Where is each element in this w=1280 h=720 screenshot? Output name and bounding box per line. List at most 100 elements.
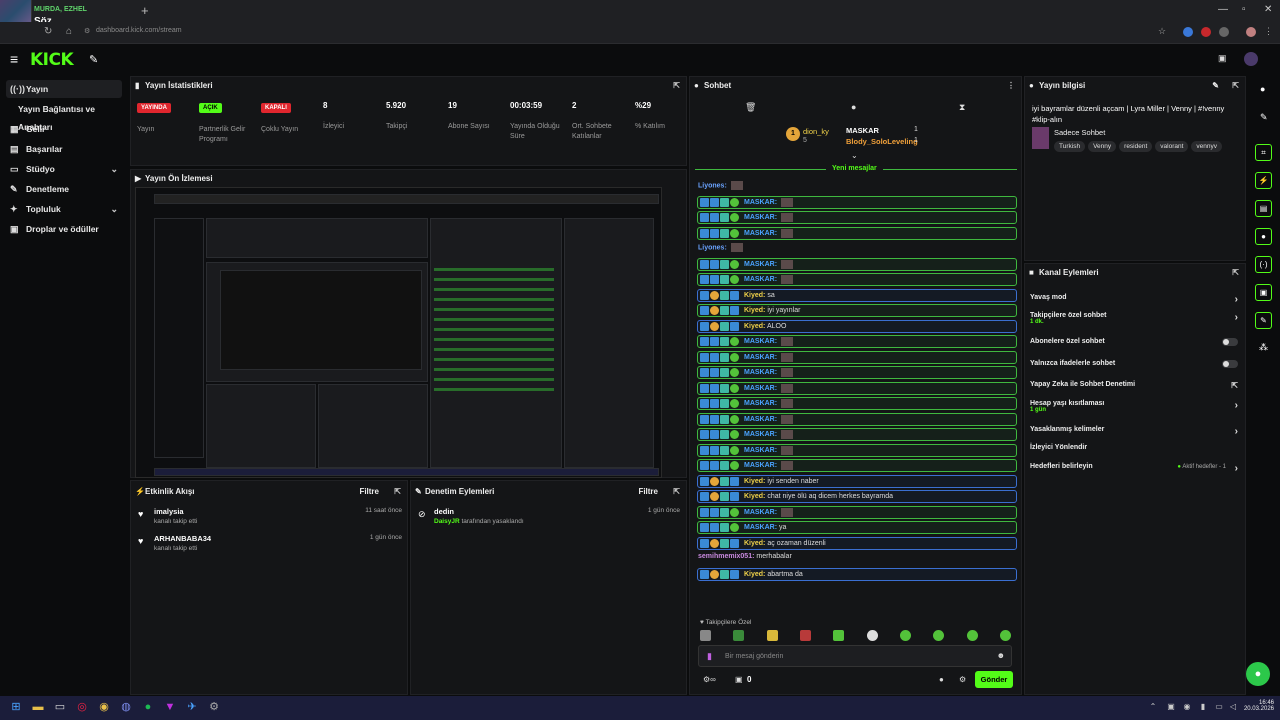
home-icon[interactable]: ⌂ — [66, 26, 72, 37]
microphone-icon[interactable]: ▮ — [707, 651, 712, 662]
chat-username[interactable]: MASKAR: — [744, 462, 777, 469]
chat-input[interactable]: ▮ Bir mesaj gönderin ☻ — [698, 645, 1012, 667]
rail-button-broadcast[interactable]: (·) — [1255, 256, 1272, 273]
action-goals[interactable]: Hedefleri belirleyin ● Aktif hedefler - 1… — [1030, 463, 1240, 474]
tag[interactable]: resident — [1119, 141, 1153, 152]
top-chatter-name[interactable]: MASKAR — [846, 126, 879, 135]
profile-avatar[interactable] — [1246, 27, 1256, 37]
action-raid[interactable]: İzleyici Yönlendir — [1030, 444, 1240, 451]
site-info-icon[interactable]: ⚙ — [84, 27, 90, 35]
settings-link-icon[interactable]: ⚙∞ — [703, 675, 716, 684]
chat-username[interactable]: Kiyed: — [744, 323, 765, 330]
category-thumbnail[interactable] — [1032, 127, 1049, 149]
rail-button-bolt[interactable]: ⚡ — [1255, 172, 1272, 189]
stream-manager-icon[interactable]: ▣ — [1218, 53, 1227, 64]
extension-icon[interactable] — [1201, 27, 1211, 37]
rail-button-clip[interactable]: ⌗ — [1255, 144, 1272, 161]
more-options-icon[interactable]: ⋮ — [1007, 77, 1015, 95]
chat-username[interactable]: MASKAR: — [744, 509, 777, 516]
tray-icon[interactable]: ▣ — [1164, 700, 1178, 714]
tray-icon[interactable]: ◉ — [1180, 700, 1194, 714]
tray-chevron-icon[interactable]: ⌃ — [1146, 700, 1160, 714]
category-name[interactable]: Sadece Sohbet — [1054, 128, 1105, 137]
popout-icon[interactable]: ⇱ — [1232, 264, 1239, 282]
sidebar-item-topluluk[interactable]: ✦ Topluluk ⌄ — [6, 200, 122, 218]
info-icon[interactable]: ● — [1260, 84, 1265, 94]
chat-username[interactable]: MASKAR: — [744, 214, 777, 221]
sidebar-item-droplar[interactable]: ▣ Droplar ve ödüller — [6, 220, 122, 238]
emote-icon[interactable] — [867, 630, 878, 641]
emote-icon[interactable] — [967, 630, 978, 641]
file-explorer-icon[interactable]: ▬ — [31, 700, 45, 714]
chat-username[interactable]: MASKAR: — [744, 431, 777, 438]
tray-icon[interactable]: ▮ — [1196, 700, 1210, 714]
expand-chevron-icon[interactable]: ⌄ — [851, 151, 858, 160]
address-bar[interactable] — [0, 22, 1280, 44]
sidebar-item-gelir[interactable]: ▦ Gelir — [6, 120, 122, 138]
media-thumbnail[interactable] — [0, 0, 32, 24]
chat-username[interactable]: MASKAR: — [744, 416, 777, 423]
emote-icon[interactable] — [700, 630, 711, 641]
app-icon[interactable]: ▼ — [163, 700, 177, 714]
top-chatter-name[interactable]: dion_ky — [803, 127, 829, 136]
bookmark-star-icon[interactable]: ☆ — [1158, 26, 1166, 37]
url-text[interactable]: dashboard.kick.com/stream — [96, 27, 182, 34]
chrome-icon[interactable]: ◉ — [97, 700, 111, 714]
new-tab-icon[interactable]: + — [141, 3, 149, 18]
sidebar-item-stream-key[interactable]: Yayın Bağlantısı ve Anahtarı — [6, 100, 122, 132]
emoji-icon[interactable]: ☻ — [997, 651, 1005, 660]
tag[interactable]: Venny — [1088, 141, 1117, 152]
hamburger-menu-icon[interactable]: ≡ — [10, 51, 18, 67]
sidebar-item-yayin[interactable]: ((·)) Yayın — [6, 80, 122, 98]
tag[interactable]: vennyv — [1191, 141, 1223, 152]
rail-button-chat[interactable]: ● — [1255, 228, 1272, 245]
steam-icon[interactable]: ✈ — [185, 700, 199, 714]
chat-support-icon[interactable]: ● — [1246, 662, 1270, 686]
rail-button-layout[interactable]: ▣ — [1255, 284, 1272, 301]
chat-username[interactable]: MASKAR: — [744, 400, 777, 407]
chat-username[interactable]: MASKAR: — [744, 261, 777, 268]
popout-icon[interactable]: ⇱ — [394, 483, 401, 501]
emote-icon[interactable] — [767, 630, 778, 641]
nodes-icon[interactable]: ⁂ — [1259, 342, 1268, 353]
sidebar-item-denetleme[interactable]: ✎ Denetleme — [6, 180, 122, 198]
action-slow-mode[interactable]: Yavaş mod › — [1030, 294, 1240, 305]
extension-icon[interactable] — [1183, 27, 1193, 37]
minimize-icon[interactable]: — — [1218, 4, 1228, 15]
action-account-age[interactable]: Hesap yaşı kısıtlaması 1 gün › — [1030, 400, 1240, 413]
action-followers-only[interactable]: Takipçilere özel sohbet 1 dk. › — [1030, 312, 1240, 325]
settings-icon[interactable]: ⚙ — [207, 700, 221, 714]
chat-username[interactable]: MASKAR: — [744, 354, 777, 361]
emote-icon[interactable] — [733, 630, 744, 641]
action-ai-moderation[interactable]: Yapay Zeka ile Sohbet Denetimi ⇱ — [1030, 381, 1240, 390]
extensions-puzzle-icon[interactable] — [1219, 27, 1229, 37]
tag[interactable]: valorant — [1155, 141, 1189, 152]
top-chatter-name[interactable]: Blody_SoloLeveling — [846, 137, 918, 146]
spotify-icon[interactable]: ● — [141, 700, 155, 714]
tag[interactable]: Turkish — [1054, 141, 1086, 152]
emotes-only-toggle[interactable] — [1222, 360, 1238, 368]
network-icon[interactable]: ▭ — [1212, 700, 1226, 714]
chat-username[interactable]: Kiyed: — [744, 540, 765, 547]
chat-username[interactable]: Kiyed: — [744, 307, 765, 314]
emote-icon[interactable] — [900, 630, 911, 641]
popout-icon[interactable]: ⇱ — [673, 77, 680, 95]
chat-username[interactable]: MASKAR: — [744, 385, 777, 392]
discord-icon[interactable]: ◍ — [119, 700, 133, 714]
gear-icon[interactable]: ⚙ — [959, 675, 966, 684]
emote-icon[interactable] — [1000, 630, 1011, 641]
moderator-name[interactable]: DaisyJR — [434, 518, 460, 525]
action-banned-words[interactable]: Yasaklanmış kelimeler › — [1030, 426, 1240, 437]
app-icon[interactable]: ▭ — [53, 700, 67, 714]
reload-icon[interactable]: ↻ — [44, 26, 52, 37]
popout-icon[interactable]: ⇱ — [673, 483, 680, 501]
popout-icon[interactable]: ⇱ — [1232, 77, 1239, 95]
stream-preview-video[interactable] — [135, 187, 662, 478]
emote-icon[interactable] — [800, 630, 811, 641]
chat-username[interactable]: MASKAR: — [744, 447, 777, 454]
trash-icon[interactable]: 🗑︎ — [745, 102, 756, 113]
filter-button[interactable]: Filtre — [359, 483, 379, 501]
emote-icon[interactable] — [833, 630, 844, 641]
chat-username[interactable]: Kiyed: — [744, 493, 765, 500]
app-icon[interactable]: ◎ — [75, 700, 89, 714]
